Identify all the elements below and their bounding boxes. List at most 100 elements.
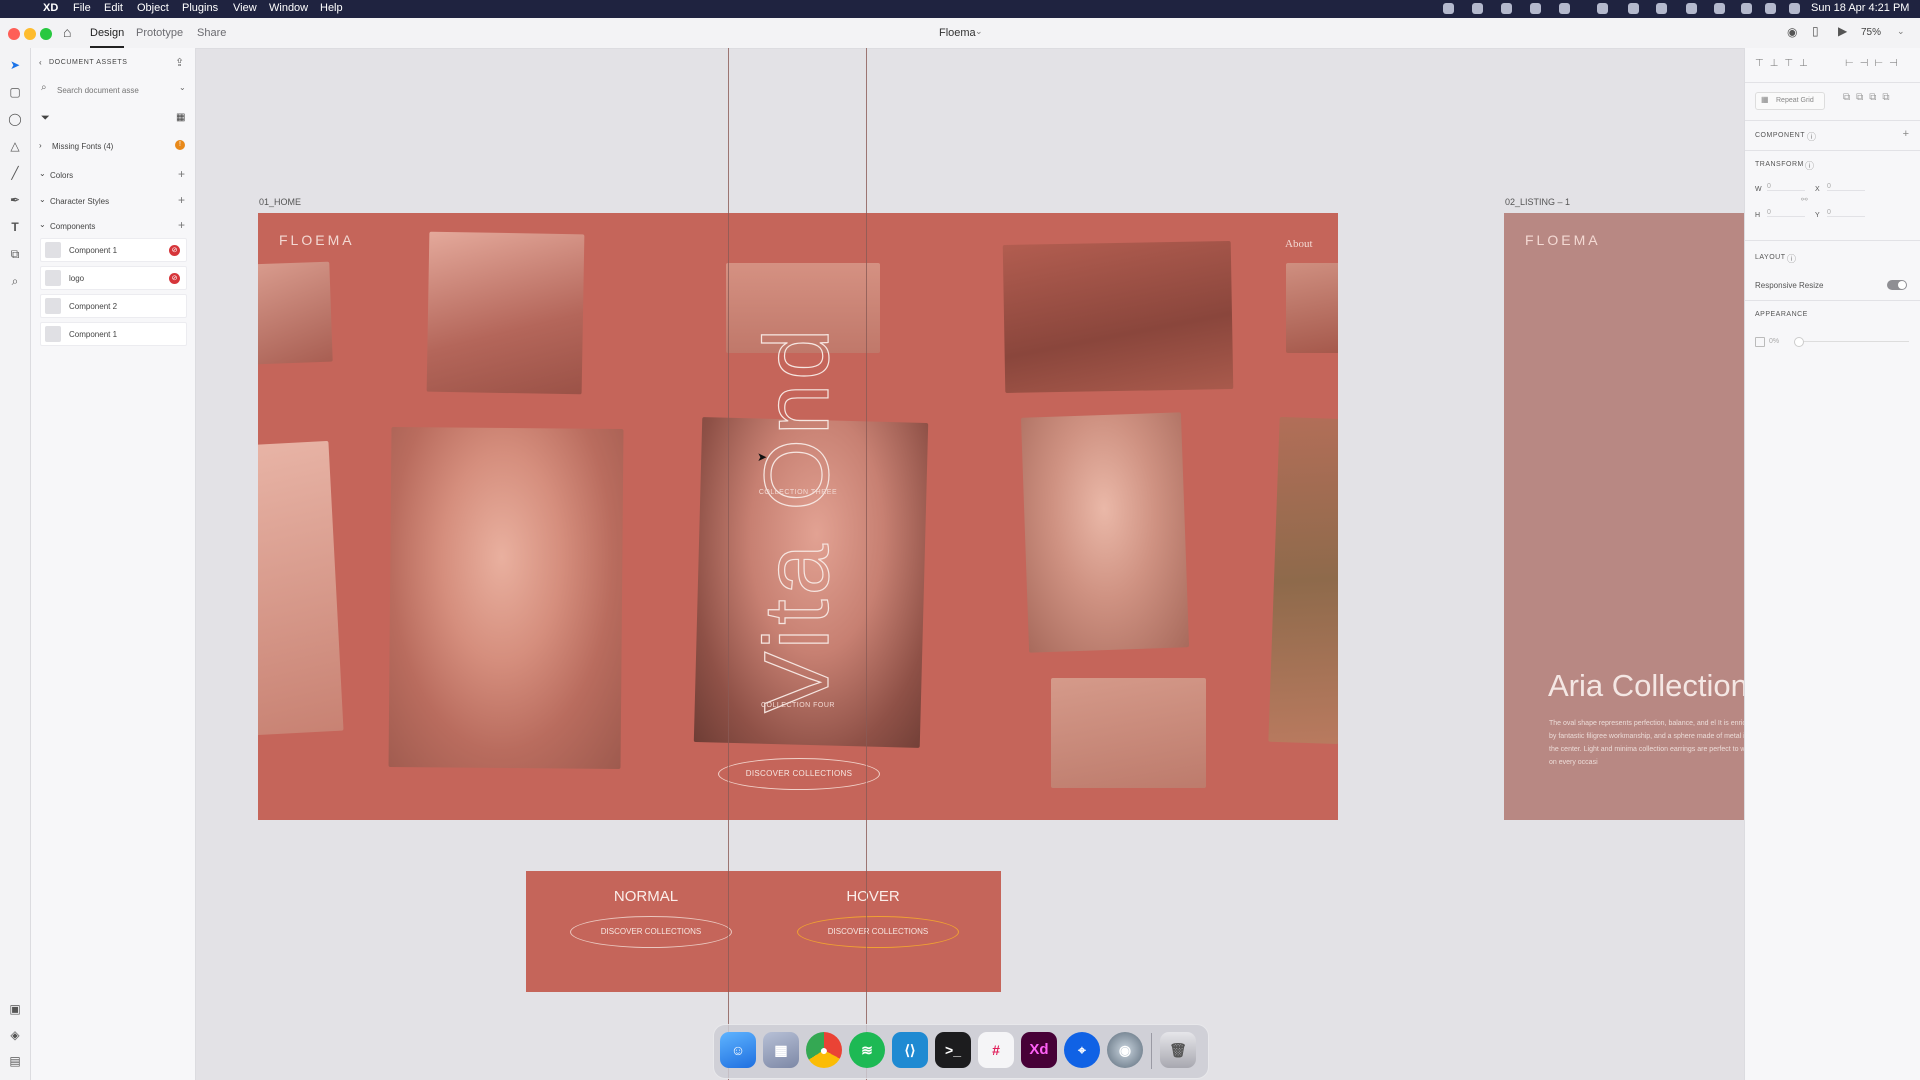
pen-tool-icon[interactable]: ✒	[8, 193, 22, 207]
home-icon[interactable]: ⌂	[63, 24, 71, 40]
button-states-board[interactable]: NORMAL HOVER DISCOVER COLLECTIONS DISCOV…	[526, 871, 1001, 992]
discover-collections-button[interactable]: DISCOVER COLLECTIONS	[718, 758, 880, 790]
status-creative-cloud-icon[interactable]	[1472, 3, 1483, 14]
vertical-guide[interactable]	[728, 48, 729, 1080]
lock-aspect-icon[interactable]: ⚯	[1801, 195, 1808, 204]
align-left-right-icons[interactable]: ⊢⊣⊢⊣	[1845, 58, 1904, 69]
colors-section[interactable]: ⌄ Colors +	[31, 167, 195, 184]
layers-panel-icon[interactable]: ◈	[8, 1028, 22, 1042]
repeat-grid-button[interactable]: ▦ Repeat Grid	[1755, 92, 1825, 110]
terminal-icon[interactable]: >_	[935, 1032, 971, 1068]
user-icon[interactable]: ◉	[1787, 25, 1797, 39]
select-tool-icon[interactable]: ➤	[8, 58, 22, 72]
trash-icon[interactable]: 🗑	[1160, 1032, 1196, 1068]
status-bluetooth-icon[interactable]	[1656, 3, 1667, 14]
vertical-guide[interactable]	[866, 48, 867, 1080]
components-section[interactable]: ⌄ Components +	[31, 218, 195, 235]
tab-design[interactable]: Design	[90, 27, 125, 48]
artboard-listing[interactable]: FLOEMA Aria Collection The oval shape re…	[1504, 213, 1744, 820]
status-upload-icon[interactable]	[1559, 3, 1570, 14]
menu-edit[interactable]: Edit	[104, 2, 123, 14]
zoom-level[interactable]: 75%	[1861, 27, 1881, 38]
status-sync-icon[interactable]	[1530, 3, 1541, 14]
component-item[interactable]: Component 1 ⊘	[40, 238, 187, 262]
document-title[interactable]: Floema	[939, 27, 976, 39]
volume-icon[interactable]	[1686, 3, 1697, 14]
line-tool-icon[interactable]: ╱	[8, 166, 22, 180]
add-component-icon[interactable]: +	[1903, 128, 1909, 140]
menu-plugins[interactable]: Plugins	[182, 2, 218, 14]
menu-window[interactable]: Window	[269, 2, 308, 14]
adobe-xd-icon[interactable]: Xd	[1021, 1032, 1057, 1068]
info-icon[interactable]: ⓘ	[1807, 130, 1816, 143]
x-field[interactable]: 0	[1827, 183, 1865, 191]
responsive-resize-toggle[interactable]	[1887, 280, 1907, 290]
component-item[interactable]: Component 1	[40, 322, 187, 346]
status-battery-icon[interactable]	[1628, 3, 1639, 14]
status-record-icon[interactable]	[1443, 3, 1454, 14]
siri-icon[interactable]	[1789, 3, 1800, 14]
missing-fonts-row[interactable]: › Missing Fonts (4) !	[31, 140, 195, 155]
plugins-panel-icon[interactable]: ▤	[8, 1054, 22, 1068]
artboard-label-listing[interactable]: 02_LISTING – 1	[1505, 197, 1570, 207]
status-cloud-icon[interactable]	[1501, 3, 1512, 14]
info-icon[interactable]: ⓘ	[1787, 252, 1796, 265]
search-icon[interactable]	[1741, 3, 1752, 14]
finder-icon[interactable]: ☺	[720, 1032, 756, 1068]
normal-state-button[interactable]: DISCOVER COLLECTIONS	[570, 916, 732, 948]
play-icon[interactable]: ▶	[1838, 24, 1847, 38]
wifi-icon[interactable]	[1714, 3, 1725, 14]
hover-state-button[interactable]: DISCOVER COLLECTIONS	[797, 916, 959, 948]
menu-view[interactable]: View	[233, 2, 257, 14]
device-preview-icon[interactable]: ▯	[1812, 24, 1819, 38]
tab-share[interactable]: Share	[197, 27, 226, 39]
search-input[interactable]	[55, 82, 177, 98]
y-field[interactable]: 0	[1827, 209, 1865, 217]
status-cloud-upload-icon[interactable]	[1597, 3, 1608, 14]
filter-icon[interactable]: ⏷	[41, 112, 50, 125]
align-top-bottom-icons[interactable]: ⊤⊥⊤⊥	[1755, 58, 1814, 69]
ellipse-tool-icon[interactable]: ◯	[8, 112, 22, 126]
polygon-tool-icon[interactable]: △	[8, 139, 22, 153]
menu-file[interactable]: File	[73, 2, 91, 14]
share-icon[interactable]: ⇪	[175, 56, 184, 69]
artboard-tool-icon[interactable]: ⧉	[8, 247, 22, 261]
maps-pin-icon[interactable]: ⌖	[1064, 1032, 1100, 1068]
quicktime-icon[interactable]: ◉	[1107, 1032, 1143, 1068]
tab-prototype[interactable]: Prototype	[136, 27, 183, 39]
add-character-style-icon[interactable]: +	[178, 193, 185, 207]
minimize-window-button[interactable]	[24, 28, 36, 40]
slider-thumb[interactable]	[1794, 337, 1804, 347]
component-item[interactable]: logo ⊘	[40, 266, 187, 290]
menu-object[interactable]: Object	[137, 2, 169, 14]
spotify-icon[interactable]: ≋	[849, 1032, 885, 1068]
info-icon[interactable]: ⓘ	[1805, 159, 1814, 172]
chevron-left-icon[interactable]: ‹	[39, 58, 42, 67]
control-center-icon[interactable]	[1765, 3, 1776, 14]
menu-datetime[interactable]: Sun 18 Apr 4:21 PM	[1811, 2, 1909, 14]
launchpad-icon[interactable]: ▦	[763, 1032, 799, 1068]
opacity-value[interactable]: 0%	[1769, 338, 1779, 345]
artboard-label-home[interactable]: 01_HOME	[259, 197, 301, 207]
height-field[interactable]: 0	[1767, 209, 1805, 217]
close-window-button[interactable]	[8, 28, 20, 40]
search-dropdown-icon[interactable]: ⌄	[179, 83, 186, 92]
character-styles-section[interactable]: ⌄ Character Styles +	[31, 193, 195, 210]
width-field[interactable]: 0	[1767, 183, 1805, 191]
chevron-down-icon[interactable]: ⌄	[975, 26, 983, 37]
rectangle-tool-icon[interactable]: ▢	[8, 85, 22, 99]
add-component-icon[interactable]: +	[178, 218, 185, 232]
vscode-icon[interactable]: ⟨⟩	[892, 1032, 928, 1068]
add-color-icon[interactable]: +	[178, 167, 185, 181]
slack-icon[interactable]: #	[978, 1032, 1014, 1068]
text-tool-icon[interactable]: T	[8, 220, 22, 234]
assets-panel-icon[interactable]: ▣	[8, 1002, 22, 1016]
menu-help[interactable]: Help	[320, 2, 343, 14]
component-item[interactable]: Component 2	[40, 294, 187, 318]
opacity-slider[interactable]	[1794, 337, 1909, 347]
zoom-dropdown-icon[interactable]: ⌄	[1897, 26, 1905, 37]
boolean-ops-icons[interactable]: ⧉⧉⧉⧉	[1843, 92, 1896, 103]
zoom-window-button[interactable]	[40, 28, 52, 40]
chrome-icon[interactable]: ●	[806, 1032, 842, 1068]
menu-app-name[interactable]: XD	[43, 2, 58, 14]
